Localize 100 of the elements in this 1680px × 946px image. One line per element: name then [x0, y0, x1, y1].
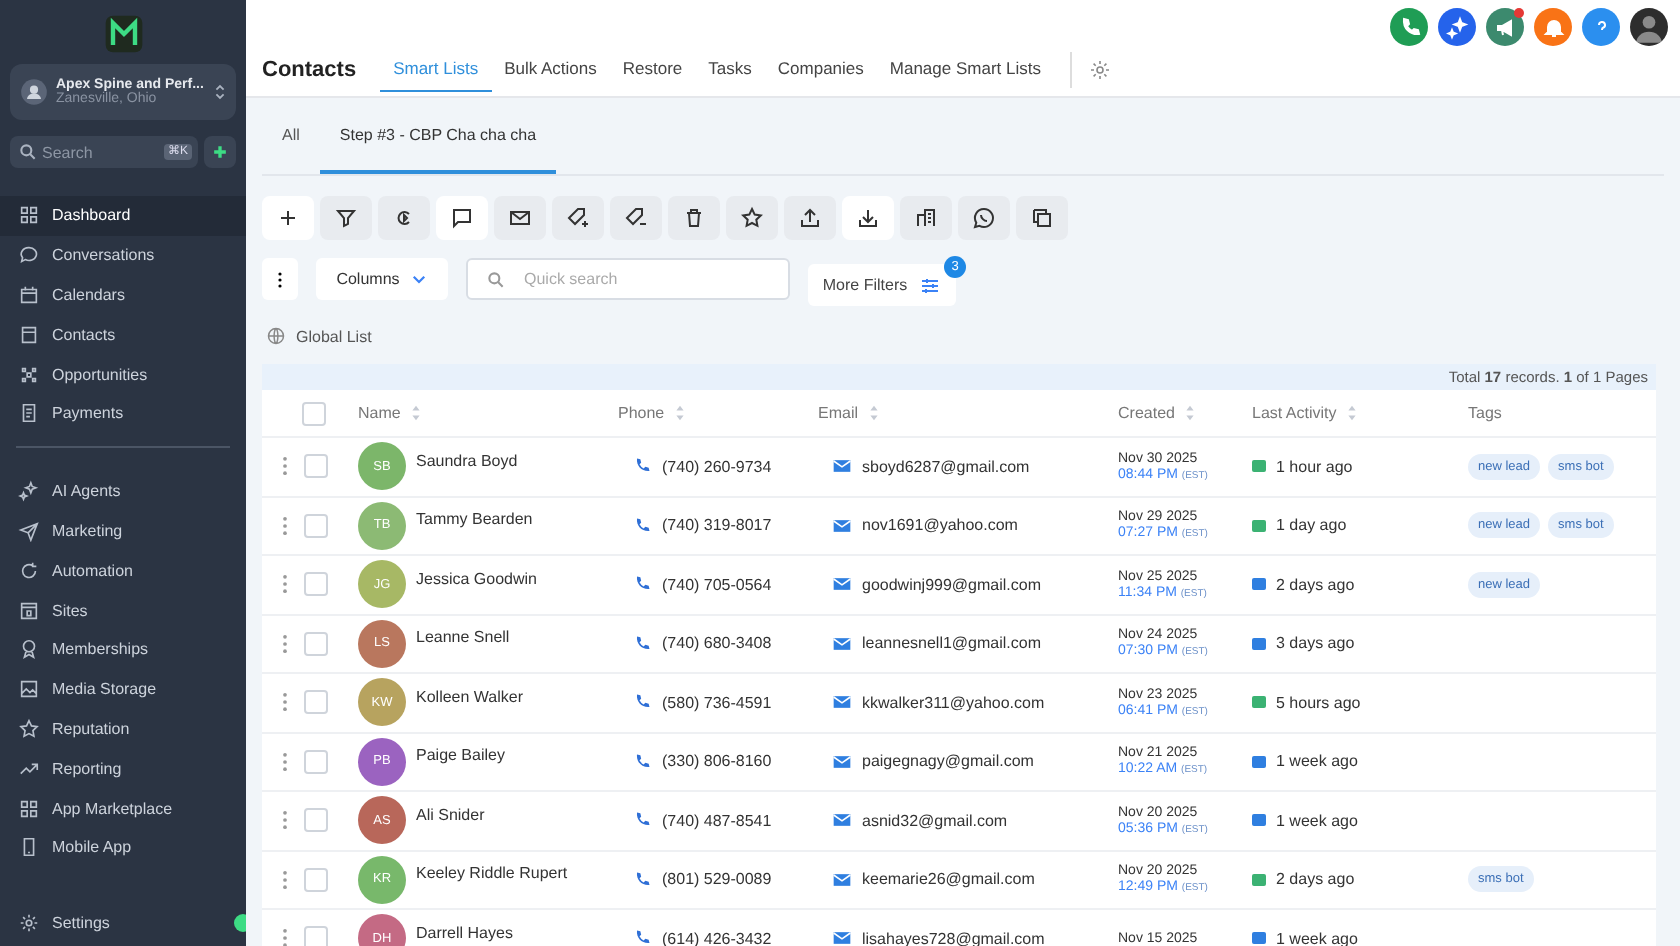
drag-handle-icon[interactable] [282, 869, 288, 890]
building-button[interactable] [900, 196, 952, 240]
phone-button[interactable] [1390, 8, 1428, 46]
mail-icon [832, 692, 852, 713]
copy-button[interactable] [1016, 196, 1068, 240]
sort-icon[interactable] [1184, 404, 1197, 422]
drag-handle-icon[interactable] [282, 574, 288, 595]
sidebar-item[interactable]: AI Agents [0, 471, 246, 512]
megaphone-icon [1493, 15, 1517, 39]
tag-remove-button[interactable] [610, 196, 662, 240]
row-checkbox[interactable] [304, 513, 328, 538]
sidebar-item[interactable]: Memberships [0, 629, 246, 670]
column-header[interactable]: Phone [618, 404, 665, 422]
bell-button[interactable] [1534, 8, 1572, 46]
sidebar-item[interactable]: Conversations [0, 235, 246, 276]
nav-tab[interactable]: Smart Lists [380, 48, 492, 92]
row-checkbox[interactable] [304, 454, 328, 479]
avatar-button[interactable] [1630, 8, 1668, 46]
phone-icon [632, 515, 652, 536]
row-checkbox[interactable] [304, 631, 328, 656]
row-checkbox[interactable] [304, 749, 328, 774]
row-checkbox[interactable] [304, 572, 328, 597]
sort-icon[interactable] [1346, 404, 1359, 422]
sidebar-item[interactable]: Marketing [0, 511, 246, 551]
nav-tab[interactable]: Manage Smart Lists [876, 48, 1054, 92]
whatsapp-button[interactable] [958, 196, 1010, 240]
quick-search-field[interactable]: Quick search [466, 258, 790, 300]
table-cell: 5 hours ago [1276, 693, 1361, 712]
drag-handle-icon[interactable] [282, 810, 288, 831]
sort-icon[interactable] [410, 404, 423, 422]
column-header[interactable]: Name [358, 404, 401, 422]
contact-name[interactable]: Saundra Boyd [416, 451, 518, 470]
sort-icon[interactable] [674, 404, 687, 422]
trash-button[interactable] [668, 196, 720, 240]
download-button[interactable] [842, 196, 894, 240]
star-icon [18, 717, 40, 740]
contact-name[interactable]: Tammy Bearden [416, 510, 533, 529]
column-header[interactable]: Email [818, 404, 859, 422]
sidebar-item[interactable]: Settings [0, 902, 128, 942]
drag-handle-icon[interactable] [282, 515, 288, 536]
sidebar-item[interactable]: Sites [0, 590, 246, 630]
columns-dropdown[interactable]: Columns [316, 258, 448, 300]
nav-tab[interactable]: Bulk Actions [491, 48, 610, 92]
contact-name[interactable]: Darrell Hayes [416, 923, 513, 942]
bell-icon [1541, 15, 1565, 39]
sidebar-item[interactable]: Calendars [0, 275, 246, 315]
select-all-checkbox[interactable] [302, 401, 326, 425]
list-tab[interactable]: Step #3 - CBP Cha cha cha [319, 126, 557, 174]
megaphone-button[interactable] [1486, 8, 1524, 46]
column-header[interactable]: Tags [1468, 404, 1502, 422]
more-button[interactable] [262, 258, 298, 300]
row-checkbox[interactable] [304, 926, 328, 946]
settings-icon[interactable] [1087, 58, 1112, 82]
phone-icon [632, 810, 652, 831]
contact-name[interactable]: Kolleen Walker [416, 687, 524, 706]
sidebar-item[interactable]: Opportunities [0, 354, 246, 394]
sidebar-item[interactable]: Automation [0, 550, 246, 591]
sidebar-item[interactable]: Payments [0, 393, 246, 434]
nav-tab[interactable]: Restore [609, 48, 696, 92]
sidebar-item[interactable]: Contacts [0, 314, 246, 355]
help-button[interactable] [1582, 8, 1620, 46]
filter-button[interactable] [320, 196, 372, 240]
upload-button[interactable] [784, 196, 836, 240]
sort-icon[interactable] [868, 404, 881, 422]
drag-handle-icon[interactable] [282, 633, 288, 654]
mail-button[interactable] [494, 196, 546, 240]
contact-name[interactable]: Leanne Snell [416, 628, 510, 647]
sidebar-item[interactable]: Dashboard [0, 196, 246, 236]
column-header[interactable]: Created [1118, 404, 1175, 422]
table-cell: 1 day ago [1276, 516, 1347, 535]
drag-handle-icon[interactable] [282, 456, 288, 477]
table-cell: (740) 705-0564 [662, 575, 772, 594]
nav-tab[interactable]: Tasks [695, 48, 765, 92]
drag-handle-icon[interactable] [282, 751, 288, 772]
sidebar-item[interactable]: Media Storage [0, 669, 246, 710]
sidebar-item[interactable]: Reporting [0, 748, 246, 789]
contact-name[interactable]: Jessica Goodwin [416, 569, 537, 588]
drag-handle-icon[interactable] [282, 692, 288, 713]
mail-icon [832, 515, 852, 536]
contact-name[interactable]: Paige Bailey [416, 746, 505, 765]
more-filters-button[interactable]: More Filters [808, 264, 956, 306]
drag-handle-icon[interactable] [282, 928, 288, 946]
list-tab[interactable]: All [262, 126, 320, 174]
add-button[interactable] [204, 136, 236, 168]
sidebar-item[interactable]: App Marketplace [0, 788, 246, 828]
nav-tab[interactable]: Companies [764, 48, 877, 92]
sparkle-button[interactable] [1438, 8, 1476, 46]
column-header[interactable]: Last Activity [1252, 404, 1337, 422]
row-checkbox[interactable] [304, 867, 328, 892]
row-checkbox[interactable] [304, 690, 328, 715]
tag-add-button[interactable] [552, 196, 604, 240]
plus-button[interactable] [262, 196, 314, 240]
sidebar-item[interactable]: Mobile App [0, 827, 246, 868]
pipeline-button[interactable] [378, 196, 430, 240]
contact-name[interactable]: Ali Snider [416, 805, 485, 824]
row-checkbox[interactable] [304, 808, 328, 833]
star-button[interactable] [726, 196, 778, 240]
message-button[interactable] [436, 196, 488, 240]
sidebar-item[interactable]: Reputation [0, 709, 246, 749]
contact-name[interactable]: Keeley Riddle Rupert [416, 864, 568, 883]
